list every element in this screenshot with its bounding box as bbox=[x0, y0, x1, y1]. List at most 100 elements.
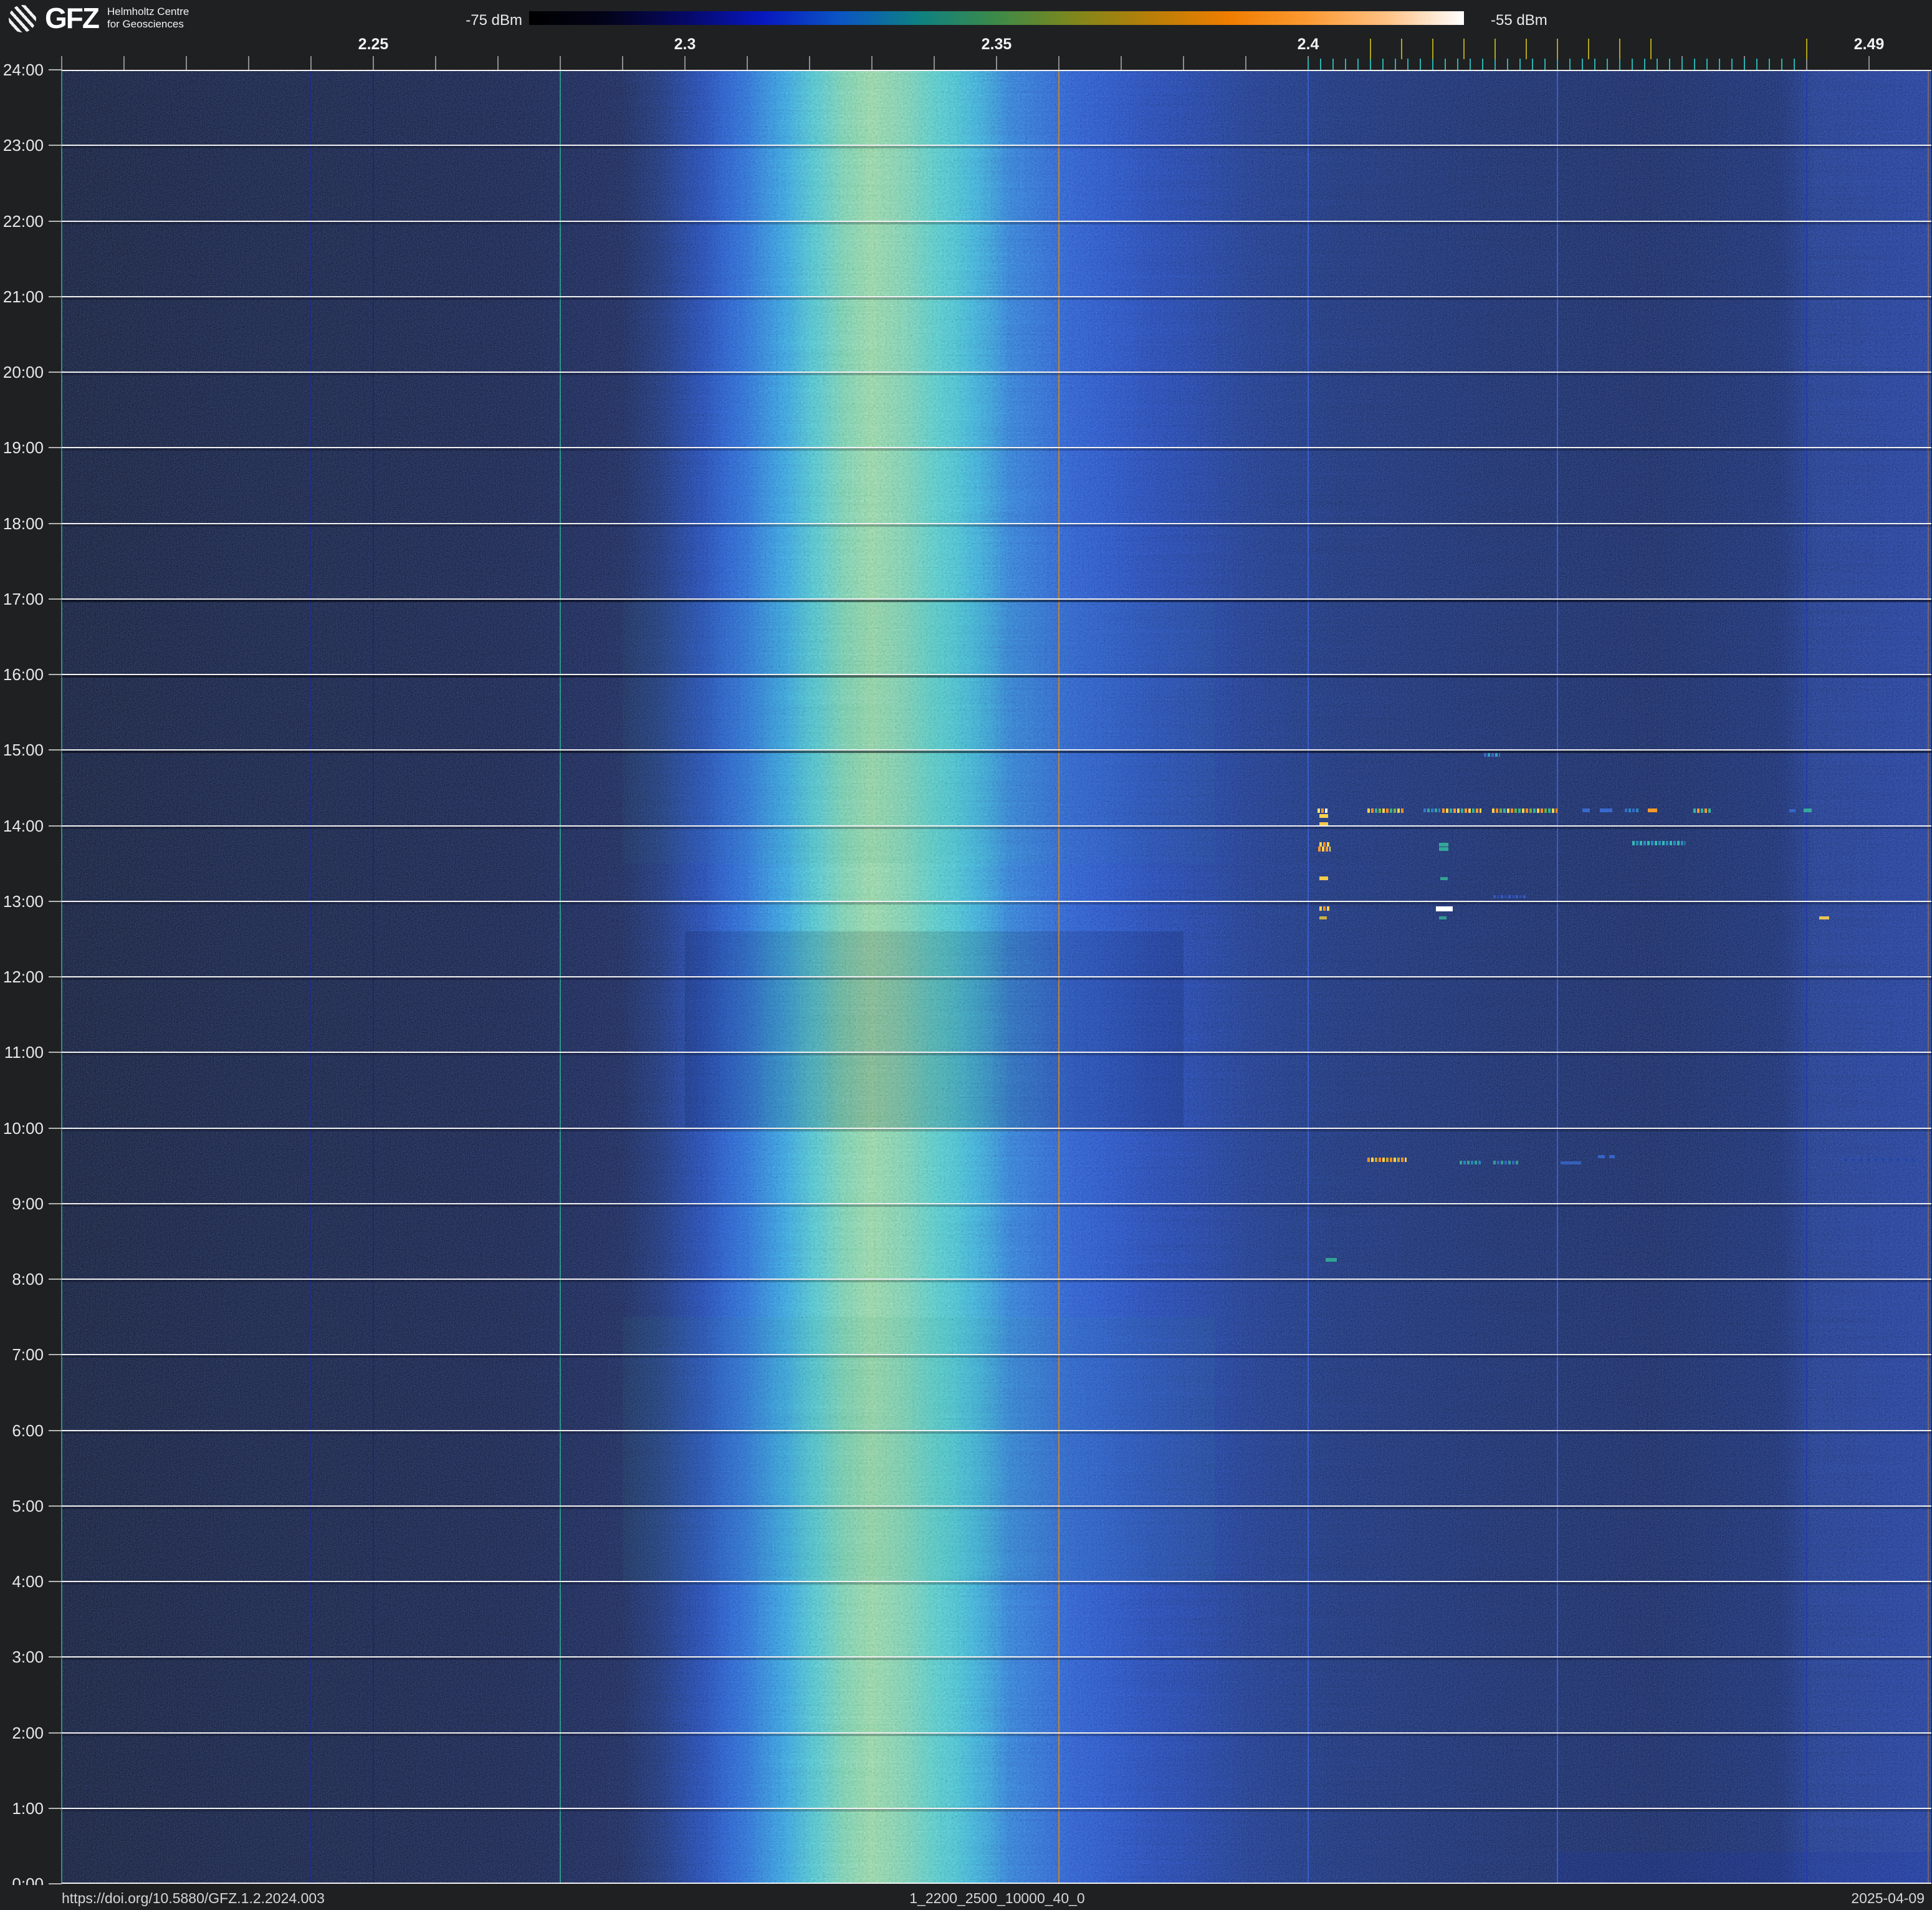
hour-gap-row bbox=[62, 221, 1931, 224]
rfi-event-dash bbox=[1609, 1155, 1615, 1159]
rfi-event-dash bbox=[1493, 1161, 1519, 1165]
channel-tick-cyan bbox=[1731, 59, 1733, 70]
rfi-event-dash bbox=[1436, 906, 1453, 911]
time-tick bbox=[49, 372, 62, 373]
hour-gridline bbox=[62, 1883, 1931, 1884]
channel-tick-cyan bbox=[1308, 59, 1309, 70]
channel-tick-cyan bbox=[1607, 59, 1608, 70]
doi-link[interactable]: https://doi.org/10.5880/GFZ.1.2.2024.003 bbox=[62, 1890, 325, 1907]
time-tick-label: 1:00 bbox=[12, 1798, 44, 1818]
time-tick bbox=[49, 1429, 62, 1431]
rfi-event-dash bbox=[1440, 876, 1448, 880]
time-tick-label: 5:00 bbox=[12, 1496, 44, 1515]
time-tick-label: 12:00 bbox=[2, 967, 44, 986]
channel-tick-yellow bbox=[1588, 39, 1589, 59]
rfi-event-dash bbox=[1439, 916, 1447, 919]
intensity-overlay bbox=[685, 931, 1184, 1128]
channel-tick-cyan bbox=[1719, 59, 1720, 70]
rfi-event-dash bbox=[1442, 808, 1481, 813]
channel-tick-cyan bbox=[1345, 59, 1346, 70]
freq-minor-tick bbox=[310, 56, 312, 70]
colorbar-min-label: -75 dBm bbox=[466, 12, 522, 29]
colorbar-max-label: -55 dBm bbox=[1491, 12, 1547, 29]
channel-tick-cyan bbox=[1756, 59, 1757, 70]
rfi-event-dash bbox=[1492, 808, 1557, 813]
channel-tick-cyan bbox=[1544, 59, 1546, 70]
time-tick-label: 20:00 bbox=[2, 363, 44, 382]
time-tick bbox=[49, 1807, 62, 1809]
logo-acronym: GFZ bbox=[45, 2, 100, 34]
time-tick bbox=[49, 1052, 62, 1053]
hour-gap-row bbox=[62, 1733, 1931, 1736]
time-tick-label: 7:00 bbox=[12, 1345, 44, 1365]
time-tick-label: 14:00 bbox=[2, 816, 44, 835]
time-tick bbox=[49, 1202, 62, 1204]
dataset-filename: 1_2200_2500_10000_40_0 bbox=[909, 1890, 1085, 1906]
channel-tick-cyan bbox=[1781, 59, 1782, 70]
channel-tick-cyan bbox=[1494, 59, 1496, 70]
hour-gap-row bbox=[62, 1280, 1931, 1282]
channel-tick-cyan bbox=[1694, 59, 1695, 70]
channel-tick-cyan bbox=[1557, 59, 1558, 70]
channel-tick-cyan bbox=[1332, 59, 1334, 70]
freq-minor-tick bbox=[1868, 56, 1870, 70]
hour-gap-row bbox=[62, 1128, 1931, 1131]
logo-subtitle-line1: Helmholtz Centre bbox=[107, 6, 189, 17]
time-tick bbox=[49, 674, 62, 675]
intensity-overlay bbox=[1557, 1852, 1931, 1884]
freq-tick-label: 2.49 bbox=[1853, 36, 1885, 53]
time-tick-label: 4:00 bbox=[12, 1572, 44, 1591]
rfi-event-dash bbox=[1439, 847, 1448, 852]
freq-minor-tick bbox=[123, 56, 125, 70]
freq-minor-tick bbox=[1245, 56, 1246, 70]
gfz-logo-icon bbox=[9, 5, 36, 32]
freq-minor-tick bbox=[871, 56, 873, 70]
spectrogram-page: { "header": { "logo": { "acronym": "GFZ"… bbox=[0, 0, 1932, 1910]
hour-gap-row bbox=[62, 599, 1931, 602]
rfi-event-dash bbox=[1317, 808, 1328, 813]
channel-tick-cyan bbox=[1457, 59, 1458, 70]
channel-tick-cyan bbox=[1445, 59, 1446, 70]
hour-gap-row bbox=[62, 524, 1931, 527]
channel-tick-yellow bbox=[1370, 39, 1371, 59]
logo-subtitle: Helmholtz Centre for Geosciences bbox=[107, 6, 189, 31]
time-tick-label: 21:00 bbox=[2, 287, 44, 306]
time-tick-label: 23:00 bbox=[2, 136, 44, 155]
hour-gap-row bbox=[62, 1053, 1931, 1056]
rfi-event-dash bbox=[1318, 847, 1331, 852]
time-tick bbox=[49, 900, 62, 902]
channel-tick-cyan bbox=[1681, 59, 1683, 70]
channel-tick-cyan bbox=[1632, 59, 1633, 70]
rfi-event-dash bbox=[1460, 1161, 1481, 1165]
channel-tick-cyan bbox=[1519, 59, 1521, 70]
channel-tick-yellow bbox=[1806, 39, 1807, 59]
channel-tick-cyan bbox=[1532, 59, 1533, 70]
channel-tick-cyan bbox=[1420, 59, 1421, 70]
channel-tick-cyan bbox=[1644, 59, 1645, 70]
freq-minor-tick bbox=[1121, 56, 1122, 70]
freq-tick-label: 2.25 bbox=[358, 36, 389, 53]
time-tick bbox=[49, 69, 62, 70]
channel-tick-cyan bbox=[1357, 59, 1359, 70]
time-tick-label: 3:00 bbox=[12, 1648, 44, 1667]
rfi-event-dash bbox=[1561, 1161, 1581, 1164]
time-axis: 0:00 1:00 2:00 3:00 4:00 5:00 6:00 7:00 8:00 9:00… bbox=[0, 60, 62, 1893]
hour-gap-row bbox=[62, 751, 1931, 754]
channel-tick-yellow bbox=[1463, 39, 1465, 59]
rfi-event-dash bbox=[1693, 808, 1712, 813]
channel-tick-cyan bbox=[1794, 59, 1795, 70]
rfi-event-dash bbox=[1632, 840, 1685, 845]
time-tick-label: 8:00 bbox=[12, 1270, 44, 1289]
hour-gap-row bbox=[62, 1506, 1931, 1509]
channel-tick-cyan bbox=[1619, 59, 1620, 70]
rfi-event-dash bbox=[1439, 842, 1448, 847]
rfi-event-dash bbox=[1319, 813, 1328, 818]
channel-tick-cyan bbox=[1407, 59, 1408, 70]
channel-tick-yellow bbox=[1557, 39, 1558, 59]
freq-minor-tick bbox=[61, 56, 62, 70]
freq-tick-label: 2.3 bbox=[674, 36, 696, 53]
channel-tick-cyan bbox=[1382, 59, 1384, 70]
rfi-event-dash bbox=[1319, 876, 1328, 881]
time-tick bbox=[49, 447, 62, 449]
channel-tick-yellow bbox=[1619, 39, 1620, 59]
